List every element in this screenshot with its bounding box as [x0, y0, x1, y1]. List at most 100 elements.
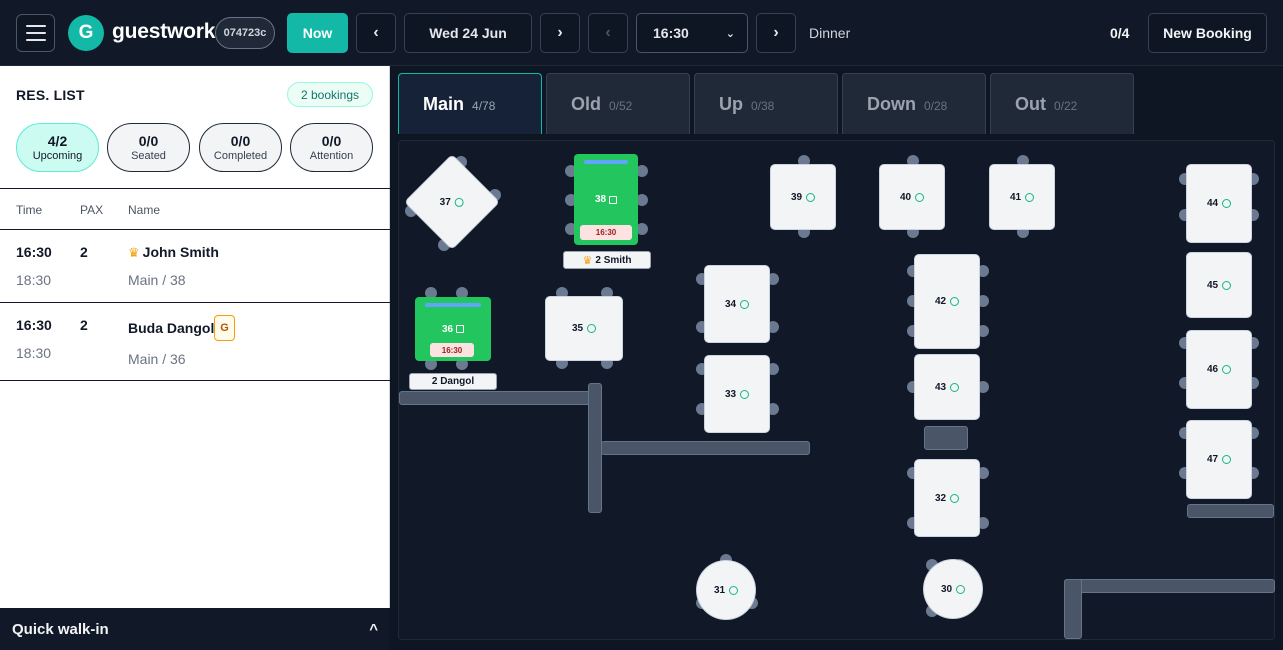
column-header-name: Name: [128, 203, 161, 217]
status-ring-icon: [1222, 365, 1232, 374]
column-header-pax: PAX: [80, 203, 104, 217]
venue-code-pill[interactable]: 074723c: [215, 17, 275, 49]
reservation-area: Main / 36: [128, 351, 186, 367]
table-44[interactable]: 44: [1187, 165, 1251, 242]
table-37[interactable]: 37: [405, 155, 499, 249]
logo: G: [68, 15, 104, 51]
guest-tag-badge: G: [214, 315, 235, 341]
status-ring-icon: [740, 389, 750, 399]
occupancy-count: 0/4: [1110, 25, 1130, 41]
status-ring-icon: [740, 299, 750, 309]
next-date-button[interactable]: ›: [540, 13, 580, 53]
quick-walkin-panel[interactable]: Quick walk-in ^: [0, 608, 390, 650]
reservation-end-time: 18:30: [16, 272, 52, 288]
prev-date-button[interactable]: ‹: [356, 13, 396, 53]
table-39[interactable]: 39: [771, 165, 835, 229]
date-picker[interactable]: Wed 24 Jun: [404, 13, 532, 53]
reservation-pax: 2: [80, 244, 88, 260]
table-36[interactable]: 36 16:30: [415, 297, 491, 361]
status-ring-icon: [1222, 199, 1232, 208]
stat-upcoming[interactable]: 4/2 Upcoming: [16, 123, 99, 172]
table-41[interactable]: 41: [990, 165, 1054, 229]
status-ring-icon: [806, 192, 816, 202]
quick-walkin-label: Quick walk-in: [12, 620, 109, 638]
service-label: Dinner: [809, 25, 851, 41]
wall-segment: [1187, 504, 1274, 518]
new-booking-button[interactable]: New Booking: [1148, 13, 1267, 53]
divider: [0, 302, 390, 303]
crown-icon: ♛: [582, 254, 593, 267]
tab-down[interactable]: Down 0/28: [842, 73, 986, 134]
stat-seated[interactable]: 0/0 Seated: [107, 123, 190, 172]
bookings-count-badge: 2 bookings: [287, 82, 373, 107]
reservation-guest: ♛ John Smith: [128, 244, 219, 261]
table-33[interactable]: 33: [705, 356, 769, 432]
next-time-button[interactable]: ›: [756, 13, 796, 53]
wall-segment: [601, 441, 810, 455]
booking-time: 16:30: [580, 225, 632, 240]
res-list-title: RES. LIST: [16, 87, 85, 103]
guest-name: John Smith: [142, 244, 219, 260]
table-34[interactable]: 34: [705, 266, 769, 342]
reservation-time: 16:30: [16, 317, 52, 333]
table-46[interactable]: 46: [1187, 331, 1251, 408]
menu-button[interactable]: [16, 14, 55, 52]
table-35[interactable]: 35: [546, 297, 622, 360]
chevron-up-icon[interactable]: ^: [369, 621, 378, 638]
reservation-end-time: 18:30: [16, 345, 52, 361]
table-30[interactable]: 30: [924, 560, 982, 618]
guest-name: Buda Dangol: [128, 320, 215, 336]
status-ring-icon: [587, 324, 597, 333]
calendar-icon: [609, 195, 618, 204]
table-40[interactable]: 40: [880, 165, 944, 229]
crown-icon: ♛: [128, 245, 140, 260]
status-ring-icon: [950, 493, 960, 503]
table-43[interactable]: 43: [915, 355, 979, 419]
prev-time-button[interactable]: ‹: [588, 13, 628, 53]
brand-name: guestwork: [112, 20, 216, 43]
tab-up[interactable]: Up 0/38: [694, 73, 838, 134]
time-select[interactable]: 16:30 ⌄: [636, 13, 748, 53]
tab-old[interactable]: Old 0/52: [546, 73, 690, 134]
status-ring-icon: [1222, 455, 1232, 464]
table-31[interactable]: 31: [697, 561, 755, 619]
status-ring-icon: [1025, 192, 1035, 202]
status-ring-icon: [1222, 280, 1232, 290]
status-ring-icon: [455, 197, 465, 207]
status-ring-icon: [950, 297, 960, 306]
calendar-icon: [456, 325, 465, 333]
wall-segment: [588, 383, 602, 513]
floor-plan: 37 38 16:30 ♛ 2 Smith 39 40 41 44 45 46 …: [398, 140, 1275, 640]
divider: [0, 380, 390, 381]
status-ring-icon: [956, 584, 966, 594]
wall-segment: [399, 391, 596, 405]
table-47[interactable]: 47: [1187, 421, 1251, 498]
status-ring-icon: [915, 192, 925, 202]
chevron-down-icon: ⌄: [725, 27, 735, 40]
reservation-time: 16:30: [16, 244, 52, 260]
occupancy-bar: [584, 160, 628, 164]
booking-tag[interactable]: 2 Dangol: [409, 373, 497, 390]
booking-time: 16:30: [430, 343, 474, 357]
tab-main[interactable]: Main 4/78: [398, 73, 542, 134]
time-value: 16:30: [653, 25, 689, 41]
stat-attention[interactable]: 0/0 Attention: [290, 123, 373, 172]
reservation-pax: 2: [80, 317, 88, 333]
occupancy-bar: [425, 303, 481, 307]
wall-segment: [1064, 579, 1275, 593]
service-station: [924, 426, 968, 450]
booking-tag[interactable]: ♛ 2 Smith: [563, 251, 651, 269]
column-header-time: Time: [16, 203, 43, 217]
hamburger-icon: [25, 25, 46, 27]
status-ring-icon: [950, 382, 960, 392]
tab-out[interactable]: Out 0/22: [990, 73, 1134, 134]
table-42[interactable]: 42: [915, 255, 979, 348]
table-32[interactable]: 32: [915, 460, 979, 536]
table-38[interactable]: 38 16:30: [574, 154, 638, 245]
now-button[interactable]: Now: [287, 13, 348, 53]
top-bar: G guestwork 074723c Now ‹ Wed 24 Jun › ‹…: [0, 0, 1283, 66]
wall-segment: [1064, 579, 1082, 639]
stat-completed[interactable]: 0/0 Completed: [199, 123, 282, 172]
divider: [0, 229, 390, 230]
table-45[interactable]: 45: [1187, 253, 1251, 317]
